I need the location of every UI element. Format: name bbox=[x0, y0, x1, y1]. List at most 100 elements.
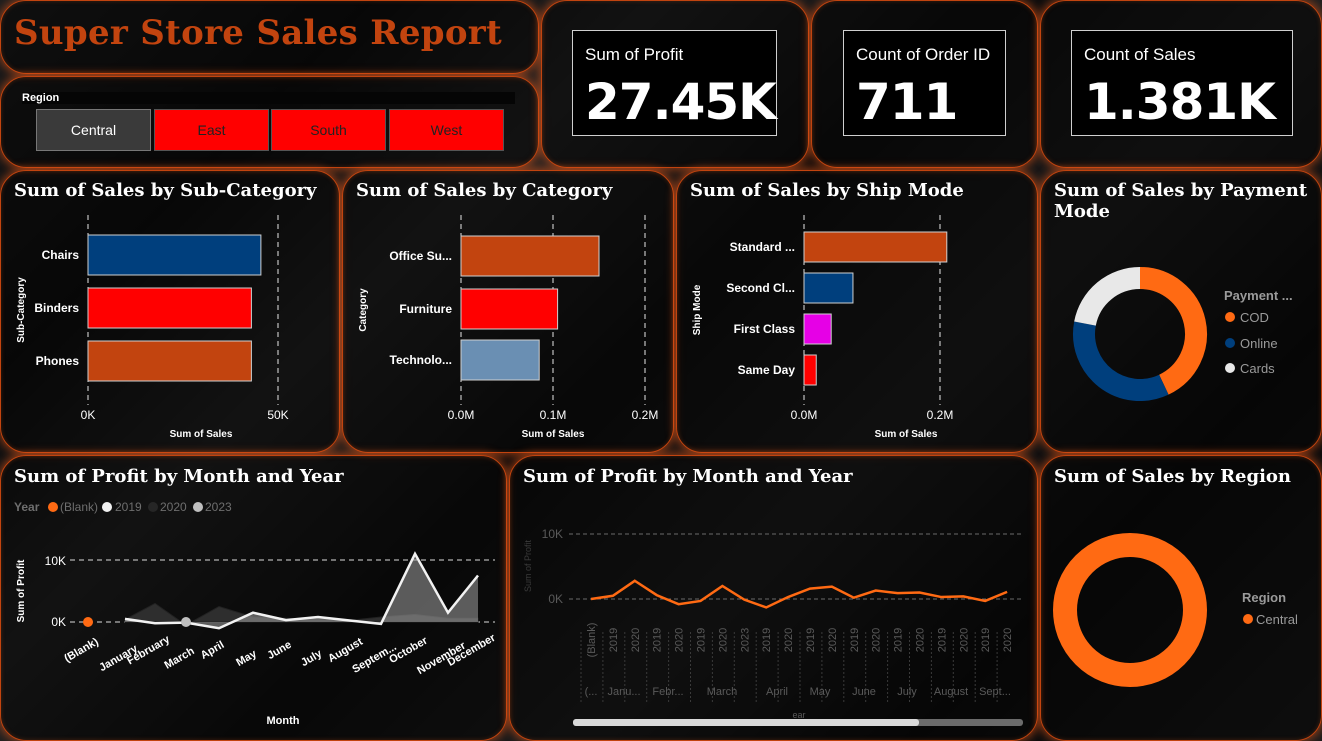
y-axis-title: Sum of Profit bbox=[16, 559, 27, 622]
bar bbox=[87, 287, 252, 329]
y-axis-title: Sub-Category bbox=[16, 277, 27, 343]
y-tick-label: Binders bbox=[34, 301, 79, 315]
slicer-option-south[interactable]: South bbox=[271, 109, 386, 151]
x-tick-month: April bbox=[766, 686, 788, 698]
region-donut-chart: Region Central bbox=[1053, 533, 1298, 687]
chart-title: Sum of Sales by Payment Mode bbox=[1054, 180, 1308, 222]
y-axis-title: Sum of Profit bbox=[523, 539, 533, 592]
x-axis-title: Sum of Sales bbox=[522, 429, 585, 440]
x-tick-year: (Blank) bbox=[586, 623, 598, 658]
kpi-value: 27.45K bbox=[585, 73, 777, 131]
x-tick-year: 2019 bbox=[608, 628, 620, 652]
x-tick-year: 2020 bbox=[783, 628, 795, 652]
x-axis-title: Sum of Sales bbox=[170, 429, 233, 440]
slicer-label: Region bbox=[22, 92, 60, 104]
legend-item: COD bbox=[1240, 310, 1269, 325]
region-donut-slice-central bbox=[1053, 533, 1207, 687]
x-tick-year: 2020 bbox=[630, 628, 642, 652]
y-tick: 10K bbox=[542, 527, 563, 541]
y-axis-title: Category bbox=[358, 288, 369, 332]
x-tick-year: 2019 bbox=[980, 628, 992, 652]
x-tick-label: May bbox=[234, 647, 259, 669]
x-tick-month: Febr... bbox=[652, 686, 683, 698]
legend-item: Central bbox=[1256, 612, 1298, 627]
area-series-2019 bbox=[125, 553, 478, 629]
x-tick-year: 2019 bbox=[761, 628, 773, 652]
x-tick-year: 2020 bbox=[674, 628, 686, 652]
line-series bbox=[590, 579, 1008, 609]
horizontal-scrollbar-thumb[interactable] bbox=[573, 719, 919, 726]
x-tick: 0.0M bbox=[448, 408, 475, 422]
slicer-option-west[interactable]: West bbox=[389, 109, 504, 151]
x-tick-year: 2019 bbox=[936, 628, 948, 652]
y-axis-title: Ship Mode bbox=[692, 284, 703, 335]
kpi-value: 1.381K bbox=[1084, 73, 1276, 131]
chart-title: Sum of Sales by Category bbox=[356, 180, 613, 201]
x-tick-year: 2020 bbox=[871, 628, 883, 652]
legend-item: Online bbox=[1240, 336, 1278, 351]
legend-marker bbox=[148, 502, 158, 512]
x-tick-label: April bbox=[199, 639, 227, 662]
x-tick-month: Sept... bbox=[979, 686, 1011, 698]
donut-slice-cod bbox=[1139, 267, 1207, 395]
x-tick-month: August bbox=[934, 686, 968, 698]
x-tick-label: July bbox=[299, 647, 325, 669]
chart-title: Sum of Profit by Month and Year bbox=[523, 466, 853, 487]
x-tick-year: 2023 bbox=[739, 628, 751, 652]
bar bbox=[460, 288, 559, 330]
x-tick-year: 2020 bbox=[827, 628, 839, 652]
slicer-header-bar bbox=[22, 92, 515, 104]
x-tick: 0.0M bbox=[791, 408, 818, 422]
legend-item: 2019 bbox=[115, 500, 142, 514]
x-tick-month: July bbox=[897, 686, 917, 698]
y-tick: 0K bbox=[51, 615, 66, 629]
kpi-card-profit: Sum of Profit 27.45K bbox=[572, 30, 777, 136]
legend-title: Region bbox=[1242, 590, 1286, 605]
bar bbox=[460, 235, 600, 277]
x-tick-year: 2019 bbox=[805, 628, 817, 652]
legend-marker bbox=[193, 502, 203, 512]
x-tick-label: March bbox=[162, 645, 196, 672]
y-tick-label: Same Day bbox=[738, 363, 796, 377]
point-blank bbox=[83, 617, 93, 627]
report-title: Super Store Sales Report bbox=[14, 13, 503, 53]
x-tick-year: 2019 bbox=[849, 628, 861, 652]
x-tick-year: 2020 bbox=[958, 628, 970, 652]
y-tick: 0K bbox=[548, 592, 563, 606]
x-tick: 0.1M bbox=[540, 408, 567, 422]
bar bbox=[87, 234, 262, 276]
legend-marker bbox=[102, 502, 112, 512]
legend-marker-cod bbox=[1225, 312, 1235, 322]
kpi-card-orders: Count of Order ID 711 bbox=[843, 30, 1006, 136]
donut-slice-cards bbox=[1074, 267, 1141, 327]
chart-title: Sum of Sales by Region bbox=[1054, 466, 1292, 487]
y-tick-label: First Class bbox=[734, 322, 796, 336]
y-tick-label: Technolo... bbox=[390, 353, 452, 367]
bar bbox=[460, 339, 540, 381]
x-tick-month: March bbox=[707, 686, 738, 698]
x-tick-year: 2019 bbox=[652, 628, 664, 652]
x-tick: 0.2M bbox=[927, 408, 954, 422]
legend-title: Payment ... bbox=[1224, 288, 1293, 303]
point-2023 bbox=[181, 617, 191, 627]
y-tick-label: Second Cl... bbox=[726, 281, 795, 295]
slicer-option-east[interactable]: East bbox=[154, 109, 269, 151]
donut-slice-online bbox=[1073, 321, 1169, 401]
profit-month-line-chart: Sum of Profit 10K 0K (Blank) 2019 2020 2019… bbox=[523, 527, 1024, 726]
y-tick-label: Chairs bbox=[42, 248, 80, 262]
y-tick-label: Standard ... bbox=[730, 240, 795, 254]
x-tick-label: (Blank) bbox=[62, 636, 101, 665]
bar bbox=[803, 313, 832, 345]
x-tick-label: June bbox=[265, 639, 293, 662]
x-axis-title-partial: ear bbox=[792, 710, 805, 720]
legend-marker-cards bbox=[1225, 363, 1235, 373]
y-tick-label: Office Su... bbox=[389, 249, 452, 263]
slicer-option-central[interactable]: Central bbox=[36, 109, 151, 151]
shipmode-bar-chart: Ship Mode Standard ... Second Cl... First … bbox=[692, 215, 954, 440]
legend-marker bbox=[48, 502, 58, 512]
kpi-label: Sum of Profit bbox=[585, 45, 684, 64]
legend-item: 2020 bbox=[160, 500, 187, 514]
chart-title: Sum of Sales by Ship Mode bbox=[690, 180, 964, 201]
x-tick: 0.2M bbox=[632, 408, 659, 422]
x-tick-month: June bbox=[852, 686, 876, 698]
